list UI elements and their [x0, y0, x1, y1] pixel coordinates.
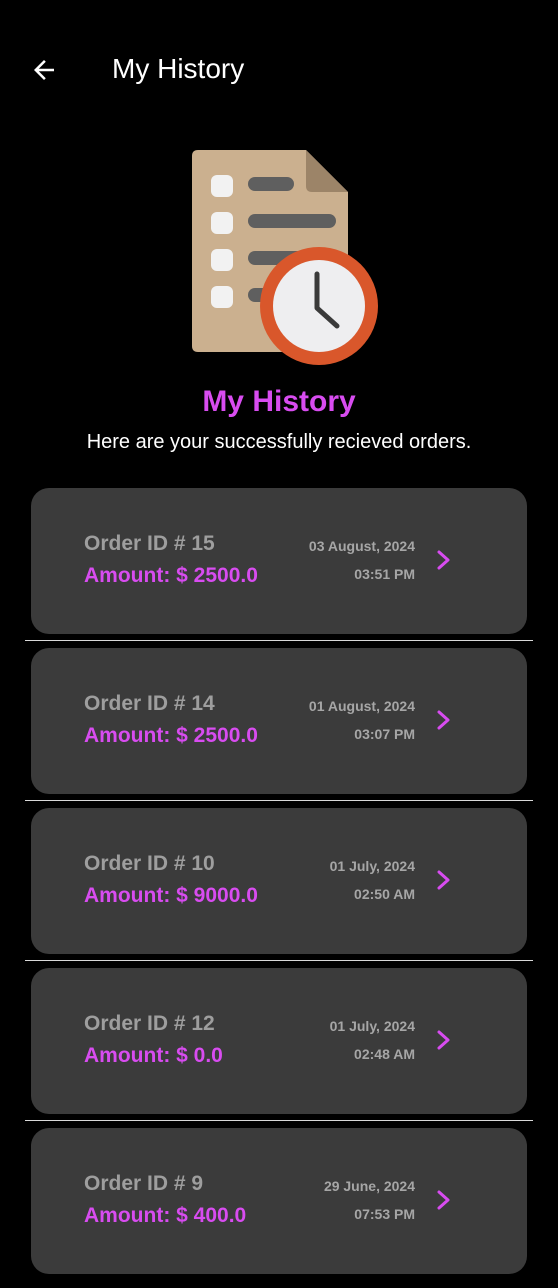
chevron-right-icon: [437, 1030, 450, 1050]
history-illustration: [188, 146, 384, 370]
order-amount: Amount: $ 2500.0: [84, 564, 258, 587]
chevron-right-icon: [437, 870, 450, 890]
order-card[interactable]: Order ID # 14 Amount: $ 2500.0 01 August…: [31, 648, 527, 794]
chevron-right-icon: [437, 550, 450, 570]
list-item: Order ID # 15 Amount: $ 2500.0 03 August…: [0, 488, 558, 648]
order-time: 07:53 PM: [354, 1206, 415, 1222]
arrow-left-icon: [34, 60, 54, 80]
order-id: Order ID # 14: [84, 692, 215, 715]
order-date: 01 July, 2024: [329, 1018, 415, 1034]
divider: [25, 640, 533, 641]
order-date: 01 August, 2024: [308, 698, 415, 714]
app-bar: My History: [0, 0, 558, 140]
page-title: My History: [112, 53, 245, 84]
order-amount: Amount: $ 0.0: [84, 1044, 223, 1067]
order-time: 03:07 PM: [354, 726, 415, 742]
history-subtitle: Here are your successfully recieved orde…: [86, 431, 472, 453]
order-date: 29 June, 2024: [323, 1178, 415, 1194]
history-document-clock-icon: [192, 150, 378, 365]
list-item: Order ID # 10 Amount: $ 9000.0 01 July, …: [0, 808, 558, 968]
order-time: 02:50 AM: [354, 886, 415, 902]
order-id: Order ID # 12: [84, 1012, 215, 1035]
divider: [25, 1120, 533, 1121]
order-id: Order ID # 15: [84, 532, 215, 555]
order-amount: Amount: $ 9000.0: [84, 884, 258, 907]
order-time: 02:48 AM: [354, 1046, 415, 1062]
history-heading: My History: [202, 385, 356, 418]
list-item: Order ID # 14 Amount: $ 2500.0 01 August…: [0, 648, 558, 808]
order-time: 03:51 PM: [354, 566, 415, 582]
order-amount: Amount: $ 400.0: [84, 1204, 247, 1227]
chevron-right-icon: [437, 1190, 450, 1210]
order-amount: Amount: $ 2500.0: [84, 724, 258, 747]
back-button[interactable]: [26, 52, 62, 88]
divider: [25, 960, 533, 961]
order-id: Order ID # 9: [84, 1172, 204, 1195]
order-id: Order ID # 10: [84, 852, 215, 875]
orders-list: Order ID # 15 Amount: $ 2500.0 03 August…: [0, 488, 558, 1288]
order-date: 03 August, 2024: [308, 538, 415, 554]
order-card[interactable]: Order ID # 12 Amount: $ 0.0 01 July, 202…: [31, 968, 527, 1114]
order-card[interactable]: Order ID # 10 Amount: $ 9000.0 01 July, …: [31, 808, 527, 954]
list-item: Order ID # 9 Amount: $ 400.0 29 June, 20…: [0, 1128, 558, 1288]
order-card[interactable]: Order ID # 9 Amount: $ 400.0 29 June, 20…: [31, 1128, 527, 1274]
list-item: Order ID # 12 Amount: $ 0.0 01 July, 202…: [0, 968, 558, 1128]
order-date: 01 July, 2024: [329, 858, 415, 874]
order-card[interactable]: Order ID # 15 Amount: $ 2500.0 03 August…: [31, 488, 527, 634]
chevron-right-icon: [437, 710, 450, 730]
divider: [25, 800, 533, 801]
